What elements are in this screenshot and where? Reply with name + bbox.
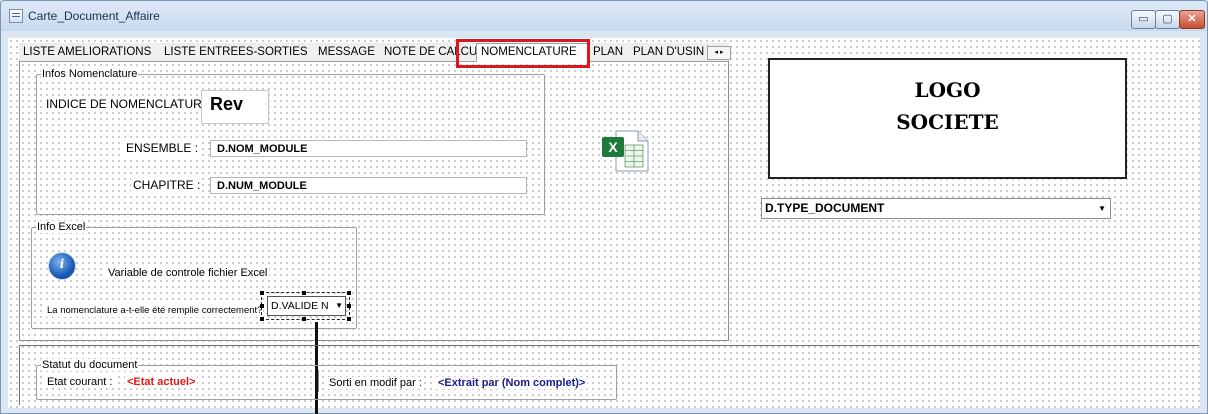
- logo-text-line1: LOGO: [914, 78, 981, 102]
- indice-value: Rev: [210, 94, 244, 114]
- window-title: Carte_Document_Affaire: [28, 9, 160, 23]
- tab-scroll-arrows[interactable]: ◂ ▸: [707, 46, 731, 60]
- close-button[interactable]: ✕: [1179, 10, 1205, 29]
- statut-legend: Statut du document: [41, 359, 139, 371]
- chevron-down-icon[interactable]: ▼: [1098, 199, 1106, 218]
- section-divider-vertical: [19, 345, 20, 405]
- question-label: La nomenclature a-t-elle été remplie cor…: [46, 304, 264, 317]
- type-document-combo[interactable]: D.TYPE_DOCUMENT ▼: [761, 198, 1111, 219]
- etat-value: <Etat actuel>: [125, 376, 198, 388]
- section-divider: [19, 345, 1199, 346]
- statut-divider: [318, 370, 319, 392]
- tab-plan[interactable]: PLAN: [589, 45, 630, 60]
- variable-label: Variable de controle fichier Excel: [106, 266, 270, 280]
- minimize-button[interactable]: ▭: [1131, 10, 1156, 29]
- info-icon: i: [48, 252, 76, 280]
- chapitre-field[interactable]: D.NUM_MODULE: [210, 177, 527, 194]
- ensemble-label: ENSEMBLE :: [124, 140, 201, 156]
- excel-legend: Info Excel: [36, 221, 87, 233]
- chapitre-label: CHAPITRE :: [131, 177, 203, 193]
- valide-combo-value: D.VALIDE N: [271, 300, 329, 312]
- indice-label: INDICE DE NOMENCLATURE :: [44, 96, 219, 112]
- chevron-down-icon[interactable]: ▼: [335, 297, 343, 315]
- logo-text-line2: SOCIETE: [896, 110, 999, 134]
- tab-plan-dusin[interactable]: PLAN D'USIN: [629, 45, 708, 60]
- svg-text:X: X: [608, 139, 618, 155]
- excel-icon[interactable]: X: [600, 127, 650, 173]
- sorti-label: Sorti en modif par :: [327, 377, 424, 389]
- tab-liste-ameliorations[interactable]: LISTE AMELIORATIONS: [19, 45, 161, 60]
- tab-strip: LISTE AMELIORATIONS LISTE ENTREES-SORTIE…: [19, 43, 731, 62]
- maximize-button[interactable]: ▢: [1155, 10, 1180, 29]
- sorti-value: <Extrait par (Nom complet)>: [436, 377, 588, 389]
- etat-label: Etat courant :: [45, 376, 115, 388]
- tab-liste-entrees-sorties[interactable]: LISTE ENTREES-SORTIES: [160, 45, 315, 60]
- logo-box: LOGO SOCIETE: [768, 58, 1127, 179]
- tab-message[interactable]: MESSAGE: [314, 45, 381, 60]
- title-bar[interactable]: Carte_Document_Affaire ▭ ▢ ✕: [1, 1, 1207, 31]
- type-document-value: D.TYPE_DOCUMENT: [765, 201, 885, 215]
- valide-combo[interactable]: D.VALIDE N ▼: [267, 296, 346, 316]
- form-icon: [9, 9, 23, 23]
- ensemble-field[interactable]: D.NOM_MODULE: [210, 140, 527, 157]
- nomenclature-legend: Infos Nomenclature: [41, 68, 139, 80]
